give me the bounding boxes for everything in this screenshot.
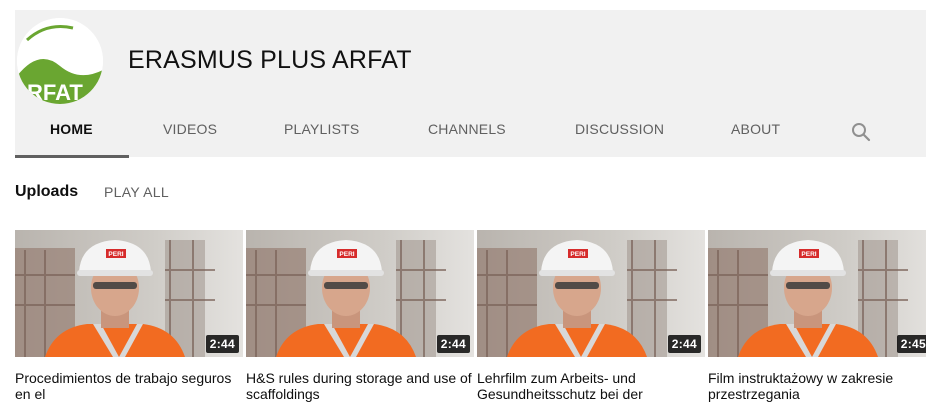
video-thumbnail[interactable]: PERI 2:44 xyxy=(477,230,705,357)
svg-text:PERI: PERI xyxy=(801,251,816,258)
active-tab-indicator xyxy=(15,155,129,158)
section-title: Uploads xyxy=(15,183,79,200)
duration-badge: 2:45 xyxy=(896,335,926,353)
svg-text:PERI: PERI xyxy=(570,251,585,258)
logo-text: RFAT xyxy=(27,80,83,104)
duration-badge: 2:44 xyxy=(436,335,470,353)
tab-playlists[interactable]: PLAYLISTS xyxy=(284,114,359,157)
play-all-button[interactable]: PLAY ALL xyxy=(104,184,169,200)
thumbnail-image: PERI xyxy=(708,230,926,357)
duration-badge: 2:44 xyxy=(667,335,701,353)
video-thumbnail[interactable]: PERI 2:45 xyxy=(708,230,926,357)
video-title[interactable]: Film instruktażowy w zakresie przestrzeg… xyxy=(708,370,924,402)
svg-text:PERI: PERI xyxy=(339,251,354,258)
channel-avatar[interactable]: RFAT xyxy=(17,18,103,104)
video-card[interactable]: PERI 2:44 Procedimientos de trabajo segu… xyxy=(15,230,243,402)
video-title[interactable]: Procedimientos de trabajo seguros en el xyxy=(15,370,241,402)
duration-badge: 2:44 xyxy=(205,335,239,353)
search-icon[interactable] xyxy=(851,122,871,142)
video-thumbnail[interactable]: PERI 2:44 xyxy=(15,230,243,357)
video-title[interactable]: Lehrfilm zum Arbeits- und Gesundheitssch… xyxy=(477,370,703,402)
tab-videos[interactable]: VIDEOS xyxy=(163,114,217,157)
video-title[interactable]: H&S rules during storage and use of scaf… xyxy=(246,370,472,402)
tab-discussion[interactable]: DISCUSSION xyxy=(575,114,664,157)
video-card[interactable]: PERI 2:44 Lehrfilm zum Arbeits- und Gesu… xyxy=(477,230,705,402)
tab-about[interactable]: ABOUT xyxy=(731,114,780,157)
video-thumbnail[interactable]: PERI 2:44 xyxy=(246,230,474,357)
video-card[interactable]: PERI 2:44 H&S rules during storage and u… xyxy=(246,230,474,402)
channel-title: ERASMUS PLUS ARFAT xyxy=(128,46,412,74)
channel-logo: RFAT xyxy=(17,18,103,104)
channel-tabs: HOME VIDEOS PLAYLISTS CHANNELS DISCUSSIO… xyxy=(15,114,926,158)
video-card[interactable]: PERI 2:45 Film instruktażowy w zakresie … xyxy=(708,230,926,402)
tab-channels[interactable]: CHANNELS xyxy=(428,114,506,157)
channel-header: RFAT ERASMUS PLUS ARFAT HOME VIDEOS PLAY… xyxy=(15,10,926,158)
tab-home[interactable]: HOME xyxy=(50,114,93,157)
svg-text:PERI: PERI xyxy=(108,251,123,258)
